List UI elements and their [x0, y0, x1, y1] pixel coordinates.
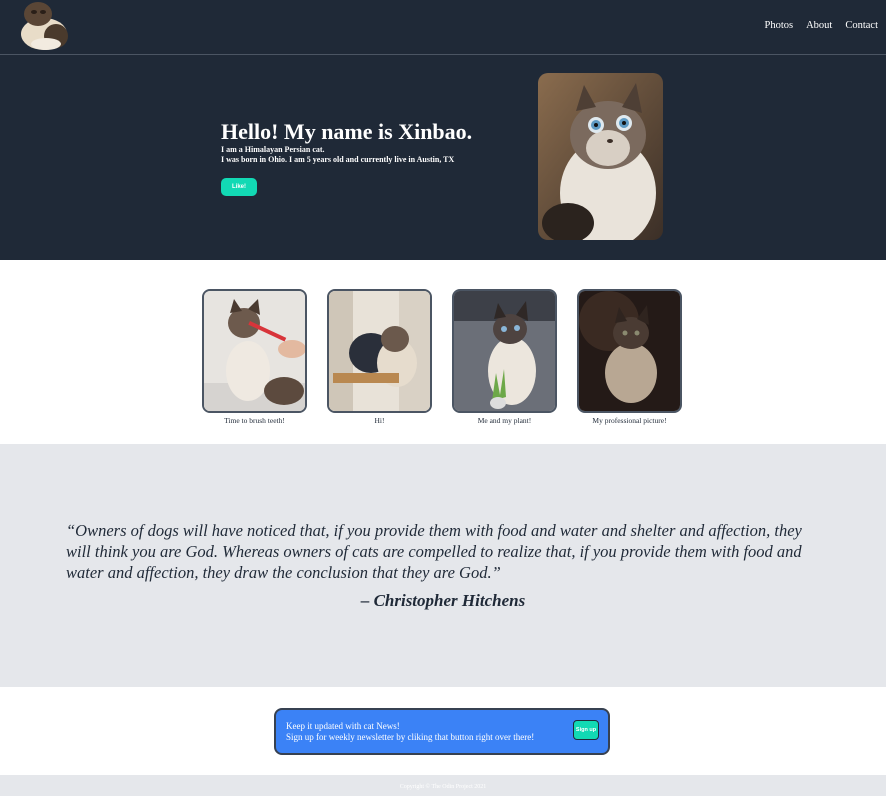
- gallery-card[interactable]: My professional picture!: [577, 289, 682, 425]
- gallery-card[interactable]: Hi!: [327, 289, 432, 425]
- cat-plant-photo[interactable]: [452, 289, 557, 413]
- cat-professional-photo[interactable]: [577, 289, 682, 413]
- newsletter-headline: Keep it updated with cat News!: [286, 721, 400, 731]
- gallery-caption: Time to brush teeth!: [224, 416, 285, 425]
- hero-title: Hello! My name is Xinbao.: [221, 119, 473, 144]
- gallery-card[interactable]: Time to brush teeth!: [202, 289, 307, 425]
- quote-author: – Christopher Hitchens: [360, 591, 526, 610]
- site-footer: Copyright © The Odin Project 2021: [0, 775, 886, 796]
- copyright-text: Copyright © The Odin Project 2021: [399, 784, 487, 790]
- site-header: Photos About Contact: [0, 0, 886, 55]
- main-nav: Photos About Contact: [764, 20, 886, 31]
- gallery-caption: My professional picture!: [592, 416, 667, 425]
- signup-button[interactable]: Sign up: [573, 720, 599, 740]
- hero-text: Hello! My name is Xinbao. I am a Himalay…: [221, 118, 472, 165]
- nav-link-contact[interactable]: Contact: [845, 20, 878, 31]
- quote-section: “Owners of dogs will have noticed that, …: [0, 444, 886, 687]
- gallery-card[interactable]: Me and my plant!: [452, 289, 557, 425]
- nav-link-about[interactable]: About: [806, 20, 832, 31]
- hero-section: Hello! My name is Xinbao. I am a Himalay…: [0, 55, 886, 260]
- cat-logo-image[interactable]: [16, 0, 70, 54]
- hero-intro-line: I am a Himalayan Persian cat.: [221, 145, 325, 154]
- cat-portrait-image: [538, 73, 663, 240]
- nav-link-photos[interactable]: Photos: [764, 20, 793, 31]
- quote-text: “Owners of dogs will have noticed that, …: [66, 521, 802, 582]
- photo-gallery: Time to brush teeth! Hi! Me and my plant…: [0, 260, 886, 444]
- like-button[interactable]: Like!: [221, 178, 257, 196]
- gallery-caption: Me and my plant!: [477, 416, 532, 425]
- gallery-caption: Hi!: [374, 416, 385, 425]
- hero-bio-line: I was born in Ohio. I am 5 years old and…: [221, 155, 455, 164]
- newsletter-section: Keep it updated with cat News! Sign up f…: [0, 687, 886, 775]
- cat-hi-photo[interactable]: [327, 289, 432, 413]
- cat-brushing-photo[interactable]: [202, 289, 307, 413]
- newsletter-box: Keep it updated with cat News! Sign up f…: [274, 708, 610, 755]
- newsletter-description: Sign up for weekly newsletter by cliking…: [286, 732, 535, 742]
- newsletter-text: Keep it updated with cat News! Sign up f…: [286, 721, 534, 743]
